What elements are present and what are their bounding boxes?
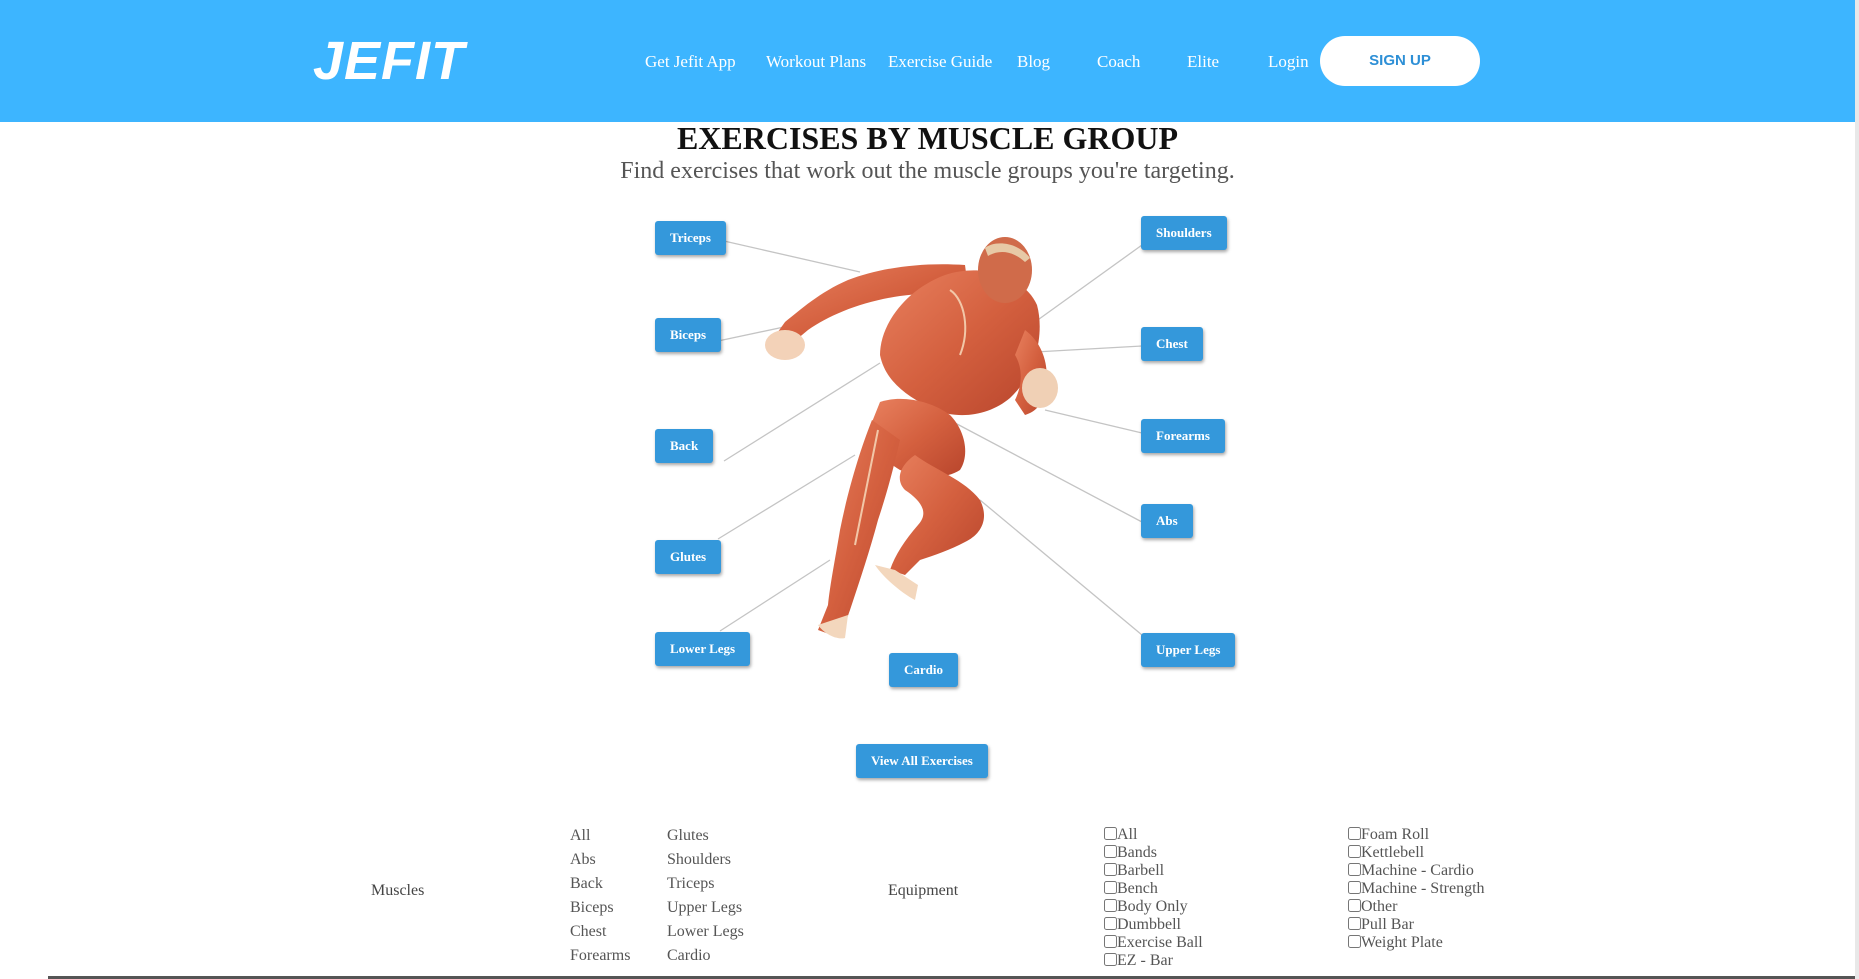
muscle-filter-all[interactable]: All — [570, 824, 630, 848]
muscle-filter-cardio[interactable]: Cardio — [667, 944, 744, 968]
muscle-button-forearms[interactable]: Forearms — [1141, 419, 1225, 453]
equipment-list-col1: All Bands Barbell Bench Body Only Dumbbe… — [1104, 826, 1203, 970]
muscle-button-back[interactable]: Back — [655, 429, 714, 463]
muscle-filter-abs[interactable]: Abs — [570, 848, 630, 872]
muscle-filter-shoulders[interactable]: Shoulders — [667, 848, 744, 872]
muscle-filter-forearms[interactable]: Forearms — [570, 944, 630, 968]
muscle-button-shoulders[interactable]: Shoulders — [1141, 216, 1227, 250]
equipment-option[interactable]: All — [1104, 826, 1203, 844]
equipment-option[interactable]: Machine - Cardio — [1348, 862, 1485, 880]
page-subtitle: Find exercises that work out the muscle … — [620, 158, 1235, 184]
muscle-filter-lower-legs[interactable]: Lower Legs — [667, 920, 744, 944]
muscle-filter-chest[interactable]: Chest — [570, 920, 630, 944]
muscles-list-col1: All Abs Back Biceps Chest Forearms — [570, 824, 630, 968]
equipment-option[interactable]: Weight Plate — [1348, 934, 1485, 952]
equipment-option[interactable]: EZ - Bar — [1104, 952, 1203, 970]
nav-exercise-guide[interactable]: Exercise Guide — [888, 52, 992, 72]
equipment-checkbox[interactable] — [1104, 863, 1117, 876]
view-all-exercises-button[interactable]: View All Exercises — [856, 744, 988, 778]
nav-coach[interactable]: Coach — [1097, 52, 1140, 72]
leader-lines — [717, 240, 1143, 636]
muscle-button-biceps[interactable]: Biceps — [655, 318, 722, 352]
equipment-checkbox[interactable] — [1348, 827, 1361, 840]
muscle-filter-upper-legs[interactable]: Upper Legs — [667, 896, 744, 920]
equipment-option[interactable]: Barbell — [1104, 862, 1203, 880]
jefit-logo[interactable]: JEFIT — [313, 30, 465, 92]
nav-elite[interactable]: Elite — [1187, 52, 1219, 72]
muscle-filter-glutes[interactable]: Glutes — [667, 824, 744, 848]
equipment-option[interactable]: Bench — [1104, 880, 1203, 898]
equipment-checkbox[interactable] — [1348, 935, 1361, 948]
muscle-button-lower-legs[interactable]: Lower Legs — [655, 632, 751, 666]
equipment-checkbox[interactable] — [1348, 917, 1361, 930]
equipment-checkbox[interactable] — [1104, 827, 1117, 840]
muscle-filter-triceps[interactable]: Triceps — [667, 872, 744, 896]
nav-login[interactable]: Login — [1268, 52, 1309, 72]
equipment-checkbox[interactable] — [1104, 935, 1117, 948]
page-title: EXERCISES BY MUSCLE GROUP — [676, 120, 1179, 156]
nav-get-jefit-app[interactable]: Get Jefit App — [645, 52, 736, 72]
equipment-checkbox[interactable] — [1348, 899, 1361, 912]
scrollbar[interactable] — [1855, 0, 1859, 979]
equipment-checkbox[interactable] — [1104, 917, 1117, 930]
equipment-checkbox[interactable] — [1348, 863, 1361, 876]
muscle-button-abs[interactable]: Abs — [1141, 504, 1193, 538]
sign-up-button[interactable]: SIGN UP — [1320, 36, 1480, 86]
equipment-option[interactable]: Bands — [1104, 844, 1203, 862]
equipment-checkbox[interactable] — [1348, 845, 1361, 858]
muscle-button-chest[interactable]: Chest — [1141, 327, 1203, 361]
equipment-list-col2: Foam Roll Kettlebell Machine - Cardio Ma… — [1348, 826, 1485, 952]
muscle-button-triceps[interactable]: Triceps — [655, 221, 726, 255]
muscle-filter-back[interactable]: Back — [570, 872, 630, 896]
equipment-checkbox[interactable] — [1104, 953, 1117, 966]
muscle-filter-biceps[interactable]: Biceps — [570, 896, 630, 920]
equipment-option[interactable]: Foam Roll — [1348, 826, 1485, 844]
equipment-option[interactable]: Machine - Strength — [1348, 880, 1485, 898]
equipment-option[interactable]: Pull Bar — [1348, 916, 1485, 934]
equipment-checkbox[interactable] — [1348, 881, 1361, 894]
equipment-checkbox[interactable] — [1104, 899, 1117, 912]
equipment-filter-label: Equipment — [888, 882, 959, 899]
nav-blog[interactable]: Blog — [1017, 52, 1050, 72]
muscle-button-cardio[interactable]: Cardio — [889, 653, 958, 687]
nav-workout-plans[interactable]: Workout Plans — [766, 52, 866, 72]
equipment-option[interactable]: Kettlebell — [1348, 844, 1485, 862]
top-navigation-bar: JEFIT Get Jefit App Workout Plans Exerci… — [0, 0, 1855, 122]
anatomy-figure-image — [765, 237, 1058, 639]
equipment-option[interactable]: Other — [1348, 898, 1485, 916]
equipment-option[interactable]: Dumbbell — [1104, 916, 1203, 934]
equipment-option[interactable]: Body Only — [1104, 898, 1203, 916]
muscle-button-upper-legs[interactable]: Upper Legs — [1141, 633, 1236, 667]
muscles-filter-label: Muscles — [371, 882, 425, 899]
muscle-button-glutes[interactable]: Glutes — [655, 540, 722, 574]
equipment-option[interactable]: Exercise Ball — [1104, 934, 1203, 952]
equipment-checkbox[interactable] — [1104, 881, 1117, 894]
muscles-list-col2: Glutes Shoulders Triceps Upper Legs Lowe… — [667, 824, 744, 968]
equipment-checkbox[interactable] — [1104, 845, 1117, 858]
